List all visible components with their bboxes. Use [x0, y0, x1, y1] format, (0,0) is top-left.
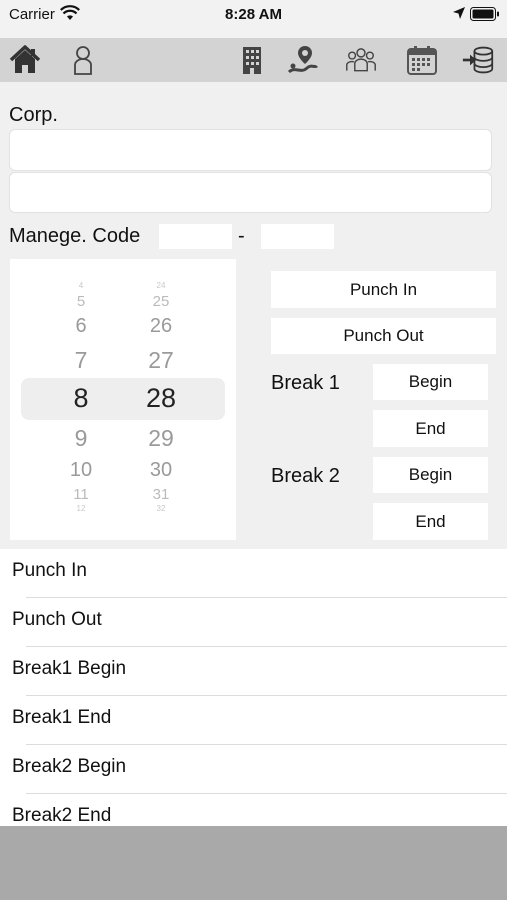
picker-hour-item: 7 — [74, 347, 88, 373]
list-item-label: Punch Out — [12, 609, 102, 630]
list-item[interactable]: Break2 Begin — [0, 745, 507, 794]
code-field-2[interactable] — [261, 224, 334, 249]
home-icon[interactable] — [9, 44, 41, 76]
picker-hour-item: 6 — [75, 315, 87, 337]
list-item-label: Break2 End — [12, 805, 112, 826]
list-item[interactable]: Punch In — [0, 549, 507, 598]
database-import-icon[interactable] — [462, 44, 494, 76]
picker-minute-item: 25 — [152, 293, 170, 310]
corp-field-1[interactable] — [9, 129, 492, 171]
calendar-icon[interactable] — [406, 44, 438, 76]
picker-minute-item: 26 — [149, 315, 173, 337]
bottom-panel — [0, 826, 507, 900]
list-item-label: Punch In — [12, 560, 87, 581]
picker-minute-item: 30 — [149, 459, 173, 481]
break1-end-button[interactable]: End — [373, 410, 488, 447]
building-icon[interactable] — [236, 44, 268, 76]
person-icon[interactable] — [67, 44, 99, 76]
picker-hour-item: 5 — [76, 293, 86, 310]
picker-hour-item: 10 — [69, 459, 93, 481]
list-item[interactable]: Break2 End — [0, 794, 507, 826]
picker-hour-item: 12 — [76, 504, 86, 513]
list-item[interactable]: Punch Out — [0, 598, 507, 647]
toolbar — [0, 38, 507, 82]
break1-begin-button[interactable]: Begin — [373, 364, 488, 400]
corp-field-2[interactable] — [9, 172, 492, 213]
picker-hour-item: 11 — [73, 486, 89, 503]
list-item-label: Break2 Begin — [12, 756, 127, 777]
map-pin-icon[interactable] — [287, 44, 319, 76]
code-field-1[interactable] — [159, 224, 232, 249]
list-item-label: Break1 End — [12, 707, 112, 728]
break2-label: Break 2 — [271, 465, 340, 487]
wifi-icon — [60, 5, 80, 20]
group-icon[interactable] — [345, 44, 377, 76]
picker-hour-item: 9 — [74, 425, 88, 451]
code-separator: - — [238, 225, 245, 247]
manage-code-label: Manege. Code — [9, 225, 141, 247]
corp-label: Corp. — [9, 104, 58, 126]
location-arrow-icon — [453, 7, 465, 19]
picker-minute-item: 32 — [156, 504, 166, 513]
picker-minute-selected[interactable]: 28 — [121, 383, 201, 414]
break2-end-button[interactable]: End — [373, 503, 488, 540]
break2-begin-button[interactable]: Begin — [373, 457, 488, 493]
battery-icon — [470, 7, 499, 21]
punch-out-button[interactable]: Punch Out — [271, 318, 496, 354]
break1-label: Break 1 — [271, 372, 340, 394]
status-bar: 8:28 AM Carrier — [0, 0, 507, 38]
picker-minute-item: 29 — [148, 425, 174, 451]
picker-hour-selected[interactable]: 8 — [41, 383, 121, 414]
picker-minute-item: 31 — [152, 486, 170, 503]
time-picker[interactable]: 4 5 6 7 8 9 10 11 12 24 25 26 27 28 29 3… — [10, 259, 236, 540]
list-item[interactable]: Break1 End — [0, 696, 507, 745]
picker-minute-item: 27 — [148, 347, 174, 373]
status-carrier: Carrier — [9, 6, 55, 23]
picker-hour-item: 4 — [78, 281, 84, 290]
punch-in-button[interactable]: Punch In — [271, 271, 496, 308]
list-item-label: Break1 Begin — [12, 658, 127, 679]
list-item[interactable]: Break1 Begin — [0, 647, 507, 696]
picker-minute-item: 24 — [156, 281, 166, 290]
records-list: Punch In Punch Out Break1 Begin Break1 E… — [0, 549, 507, 826]
